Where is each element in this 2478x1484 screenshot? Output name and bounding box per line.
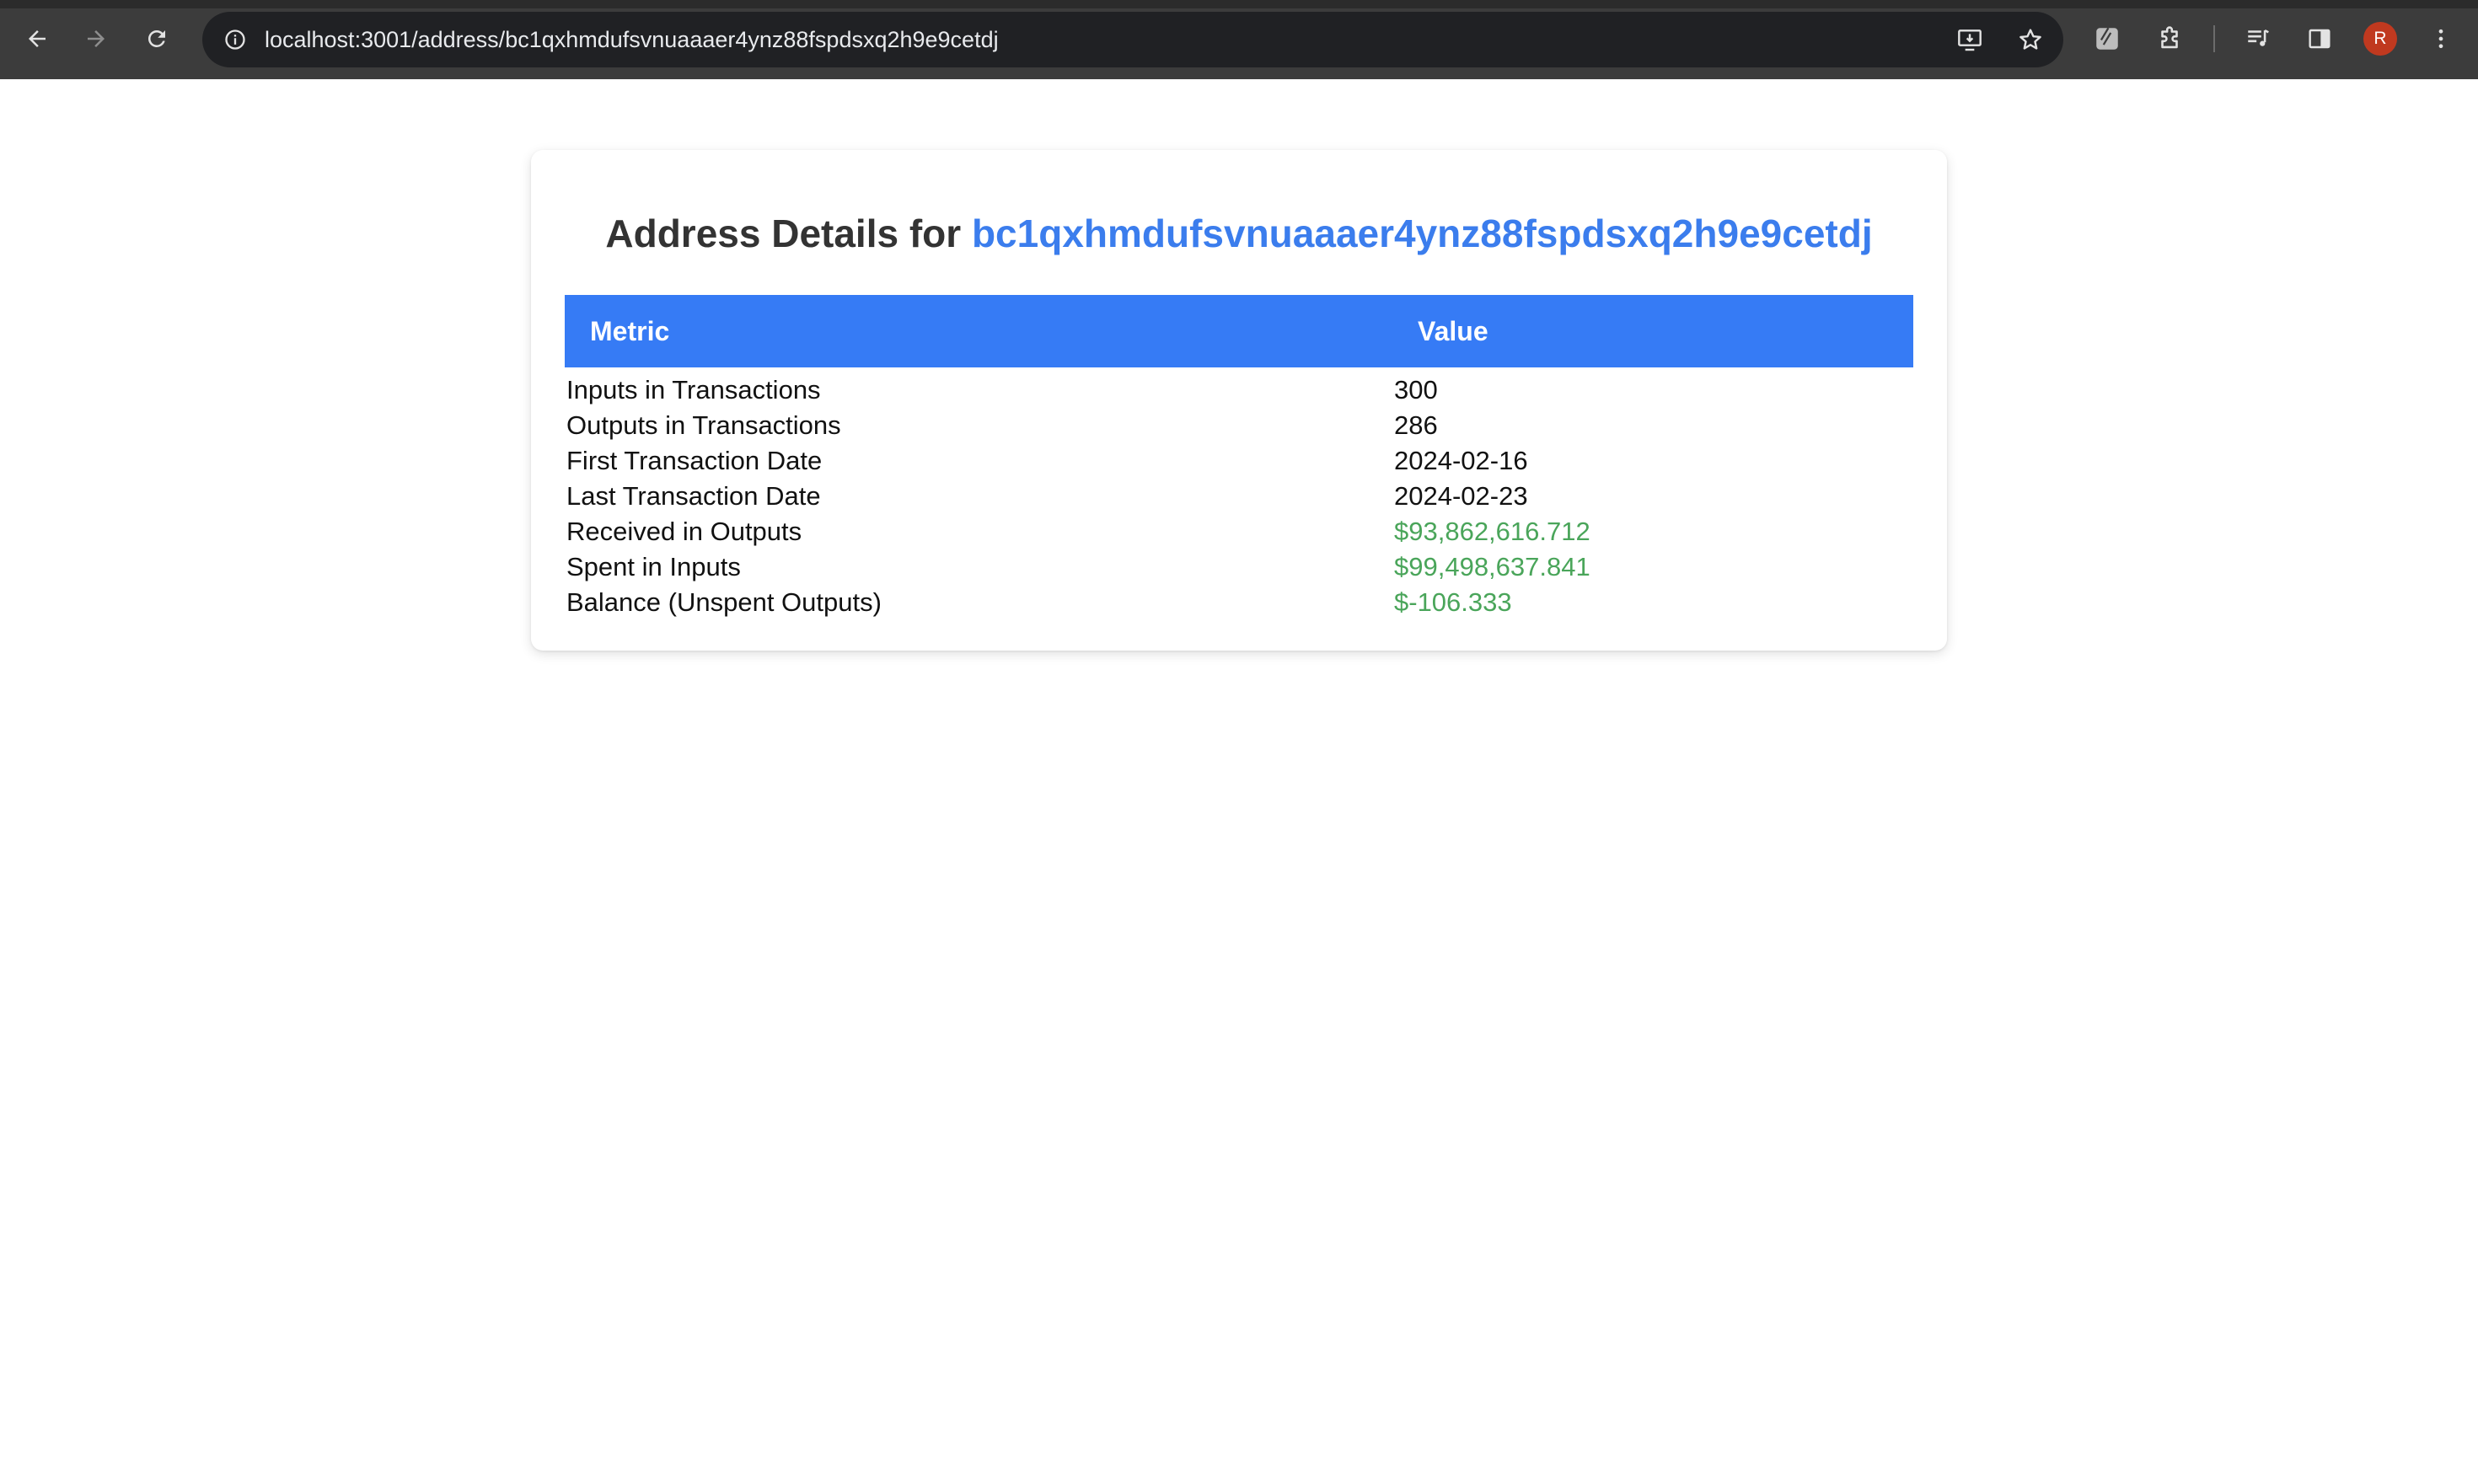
value-cell: 286 — [1394, 410, 1438, 440]
column-header-metric: Metric — [590, 315, 670, 346]
table-row: Last Transaction Date 2024-02-23 — [565, 479, 1913, 514]
value-cell-money: $-106.333 — [1394, 587, 1512, 617]
forward-button[interactable] — [74, 17, 118, 61]
browser-menu-button[interactable] — [2419, 17, 2463, 61]
value-cell: 300 — [1394, 375, 1438, 404]
tab-strip — [0, 0, 2478, 8]
column-header-value: Value — [1418, 315, 1488, 346]
title-prefix: Address Details for — [605, 212, 962, 255]
page-title: Address Details for bc1qxhmdufsvnuaaaer4… — [531, 211, 1947, 256]
back-button[interactable] — [15, 17, 59, 61]
media-controls-icon — [2248, 29, 2269, 46]
metric-cell: Inputs in Transactions — [566, 375, 821, 404]
metric-cell: Last Transaction Date — [566, 481, 821, 511]
value-cell: 2024-02-23 — [1394, 481, 1528, 511]
toolbar-divider — [2213, 25, 2215, 52]
install-app-icon — [1958, 29, 1982, 51]
site-info-button[interactable] — [216, 20, 255, 59]
side-panel-button[interactable] — [2298, 17, 2341, 61]
table-header-row: Metric Value — [565, 295, 1913, 367]
address-hash: bc1qxhmdufsvnuaaaer4ynz88fspdsxq2h9e9cet… — [971, 212, 1873, 255]
kebab-menu-icon — [2438, 29, 2443, 49]
extensions-menu-button[interactable] — [2148, 17, 2191, 61]
install-app-button[interactable] — [1950, 20, 1989, 59]
metric-cell: First Transaction Date — [566, 446, 823, 475]
metric-cell: Balance (Unspent Outputs) — [566, 587, 882, 617]
puzzle-icon — [2161, 26, 2178, 49]
arrow-right-icon — [88, 30, 105, 47]
metric-cell: Outputs in Transactions — [566, 410, 841, 440]
profile-button[interactable]: R — [2358, 17, 2402, 61]
bookmark-button[interactable] — [2011, 20, 2050, 59]
metric-cell: Spent in Inputs — [566, 552, 741, 581]
extension-button[interactable] — [2085, 17, 2129, 61]
table-row: Spent in Inputs $99,498,637.841 — [565, 549, 1913, 585]
avatar: R — [2363, 22, 2397, 56]
media-controls-button[interactable] — [2237, 17, 2281, 61]
browser-toolbar: localhost:3001/address/bc1qxhmdufsvnuaaa… — [0, 0, 2478, 79]
star-icon — [2019, 29, 2041, 50]
table-row: First Transaction Date 2024-02-16 — [565, 443, 1913, 479]
table-row: Balance (Unspent Outputs) $-106.333 — [565, 585, 1913, 620]
address-details-card: Address Details for bc1qxhmdufsvnuaaaer4… — [531, 150, 1947, 651]
table-row: Inputs in Transactions 300 — [565, 367, 1913, 408]
url-text[interactable]: localhost:3001/address/bc1qxhmdufsvnuaaa… — [265, 12, 999, 67]
address-metrics-table: Metric Value Inputs in Transactions 300 … — [565, 295, 1913, 620]
arrow-left-icon — [29, 30, 46, 47]
value-cell: 2024-02-16 — [1394, 446, 1528, 475]
reload-icon — [148, 29, 165, 47]
table-row: Received in Outputs $93,862,616.712 — [565, 514, 1913, 549]
value-cell-money: $93,862,616.712 — [1394, 517, 1590, 546]
value-cell-money: $99,498,637.841 — [1394, 552, 1590, 581]
address-bar[interactable]: localhost:3001/address/bc1qxhmdufsvnuaaa… — [202, 12, 2063, 67]
metric-cell: Received in Outputs — [566, 517, 802, 546]
side-panel-icon — [2309, 29, 2330, 49]
extension-icon — [2096, 27, 2118, 50]
reload-button[interactable] — [135, 17, 179, 61]
info-icon — [225, 29, 245, 50]
table-row: Outputs in Transactions 286 — [565, 408, 1913, 443]
